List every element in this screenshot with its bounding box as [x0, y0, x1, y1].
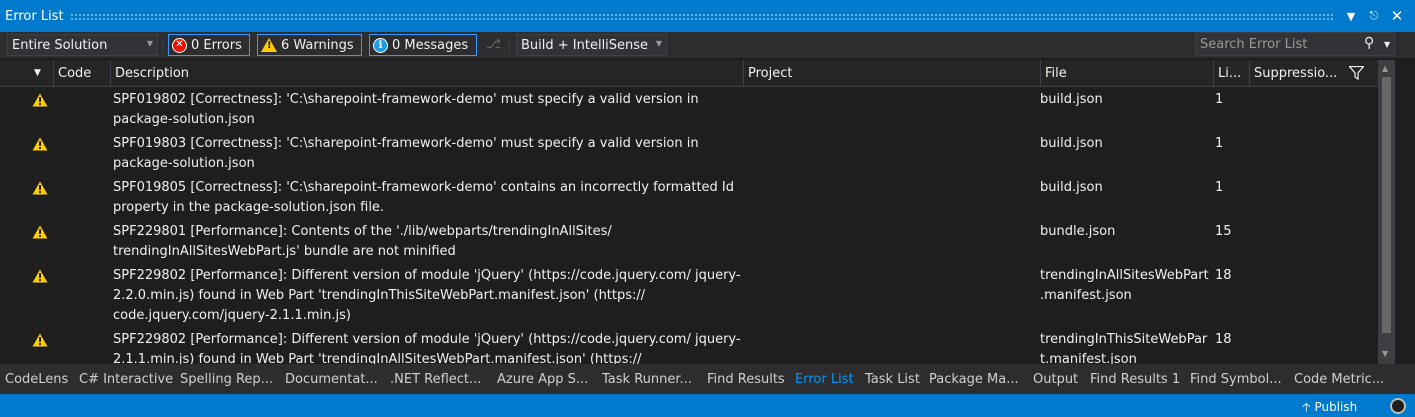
warning-icon — [32, 333, 48, 347]
window-menu-dropdown-icon[interactable]: ▼ — [1341, 6, 1361, 26]
scope-dropdown[interactable]: Entire Solution ▼ — [7, 34, 158, 56]
tab-error-list[interactable]: Error List — [790, 364, 859, 394]
scroll-down-icon[interactable]: ▼ — [1382, 349, 1388, 358]
error-file: trendingInThisSiteWebPar t.manifest.json — [1040, 332, 1208, 364]
close-icon[interactable]: ✕ — [1387, 6, 1407, 26]
table-row[interactable]: SPF229802 [Performance]: Different versi… — [0, 266, 1378, 330]
column-header-file-label: File — [1045, 66, 1067, 81]
tab-codelens[interactable]: CodeLens — [0, 364, 73, 394]
publish-label: Publish — [1314, 400, 1358, 414]
error-list-rows: SPF019802 [Correctness]: 'C:\sharepoint-… — [0, 88, 1378, 364]
error-file: build.json — [1040, 180, 1103, 195]
notifications-icon[interactable] — [1390, 398, 1406, 414]
tab-find-results[interactable]: Find Results — [702, 364, 790, 394]
scroll-up-icon[interactable]: ▲ — [1382, 64, 1388, 73]
toolbar-separator — [509, 37, 510, 53]
warnings-label: 6 Warnings — [281, 37, 354, 53]
window-title: Error List — [5, 8, 64, 24]
scope-value: Entire Solution — [12, 37, 108, 53]
error-file: build.json — [1040, 136, 1103, 151]
table-row[interactable]: SPF229802 [Performance]: Different versi… — [0, 330, 1378, 364]
search-icon[interactable]: ⚲ — [1364, 35, 1374, 51]
error-line: 15 — [1215, 224, 1232, 239]
title-bar: Error List ▼ ⎋ ✕ — [0, 0, 1415, 32]
tab-documentat[interactable]: Documentat... — [280, 364, 383, 394]
error-description: SPF229802 [Performance]: Different versi… — [113, 268, 741, 323]
warnings-filter-button[interactable]: 6 Warnings — [257, 34, 362, 56]
error-description: SPF019805 [Correctness]: 'C:\sharepoint-… — [113, 180, 735, 215]
column-header-file[interactable]: File — [1040, 60, 1213, 87]
error-description: SPF229801 [Performance]: Contents of the… — [113, 224, 612, 259]
grid-header: Code Description Project File Li... Supp… — [0, 60, 1378, 87]
chevron-down-icon: ▼ — [146, 39, 153, 48]
messages-filter-button[interactable]: i 0 Messages — [369, 34, 477, 56]
vertical-scrollbar[interactable]: ▲ ▼ — [1378, 60, 1395, 364]
error-line: 18 — [1215, 268, 1232, 283]
tab-package-ma[interactable]: Package Ma... — [924, 364, 1024, 394]
toolbar-separator — [162, 37, 163, 53]
error-description: SPF019803 [Correctness]: 'C:\sharepoint-… — [113, 136, 699, 171]
warning-icon — [32, 269, 48, 283]
pin-icon[interactable]: ⎋ — [1364, 6, 1384, 26]
build-source-dropdown[interactable]: Build + IntelliSense ▼ — [516, 34, 667, 56]
column-header-description-label: Description — [115, 66, 190, 81]
error-description: SPF019802 [Correctness]: 'C:\sharepoint-… — [113, 92, 699, 127]
error-line: 1 — [1215, 92, 1224, 107]
column-header-code[interactable]: Code — [53, 60, 110, 87]
warning-icon — [32, 181, 48, 195]
error-description: SPF229802 [Performance]: Different versi… — [113, 332, 741, 364]
tab-spelling-rep[interactable]: Spelling Rep... — [175, 364, 278, 394]
column-header-project-label: Project — [748, 66, 793, 81]
column-header-code-label: Code — [58, 66, 92, 81]
error-line: 18 — [1215, 332, 1232, 347]
tab-find-results-1[interactable]: Find Results 1 — [1085, 364, 1185, 394]
column-header-project[interactable]: Project — [743, 60, 1040, 87]
tool-window-tabs: CodeLens C# Interactive Spelling Rep... Doc… — [0, 364, 1415, 394]
info-icon: i — [373, 37, 388, 53]
tab-output[interactable]: Output — [1028, 364, 1083, 394]
warning-icon — [32, 225, 48, 239]
scrollbar-thumb[interactable] — [1382, 77, 1391, 333]
build-source-value: Build + IntelliSense — [521, 37, 649, 53]
column-header-line[interactable]: Li... — [1213, 60, 1249, 87]
sort-descending-icon[interactable]: ▼ — [34, 68, 41, 78]
tab-net-reflect[interactable]: .NET Reflect... — [385, 364, 486, 394]
messages-label: 0 Messages — [392, 37, 469, 53]
column-filter-icon[interactable] — [1349, 66, 1364, 80]
error-file: bundle.json — [1040, 224, 1116, 239]
search-options-dropdown-icon[interactable]: ▼ — [1384, 40, 1390, 49]
column-header-suppression-label: Suppressio... — [1254, 66, 1338, 81]
warning-icon — [261, 38, 277, 52]
error-file: build.json — [1040, 92, 1103, 107]
column-header-line-label: Li... — [1218, 66, 1242, 81]
tab-task-runner[interactable]: Task Runner... — [597, 364, 697, 394]
error-icon: ✕ — [172, 37, 187, 53]
errors-label: 0 Errors — [191, 37, 242, 53]
tab-task-list[interactable]: Task List — [860, 364, 925, 394]
warning-icon — [32, 137, 48, 151]
column-header-severity[interactable] — [29, 60, 53, 87]
tab-find-symbol[interactable]: Find Symbol... — [1185, 364, 1287, 394]
warning-icon — [32, 93, 48, 107]
error-line: 1 — [1215, 180, 1224, 195]
tab-code-metric[interactable]: Code Metric... — [1289, 364, 1389, 394]
errors-filter-button[interactable]: ✕ 0 Errors — [168, 34, 250, 56]
column-header-description[interactable]: Description — [110, 60, 743, 87]
status-bar: 🡡 Publish — [0, 394, 1415, 417]
drag-grip[interactable] — [69, 12, 1333, 20]
publish-button[interactable]: 🡡 Publish — [1302, 398, 1357, 417]
tab-c-interactive[interactable]: C# Interactive — [74, 364, 178, 394]
search-placeholder: Search Error List — [1200, 36, 1308, 52]
error-file: trendingInAllSitesWebPart .manifest.json — [1040, 268, 1209, 303]
error-line: 1 — [1215, 136, 1224, 151]
chevron-down-icon: ▼ — [655, 39, 662, 48]
filter-icon[interactable]: ⎇ — [486, 37, 501, 52]
tab-azure-app-s[interactable]: Azure App S... — [492, 364, 593, 394]
